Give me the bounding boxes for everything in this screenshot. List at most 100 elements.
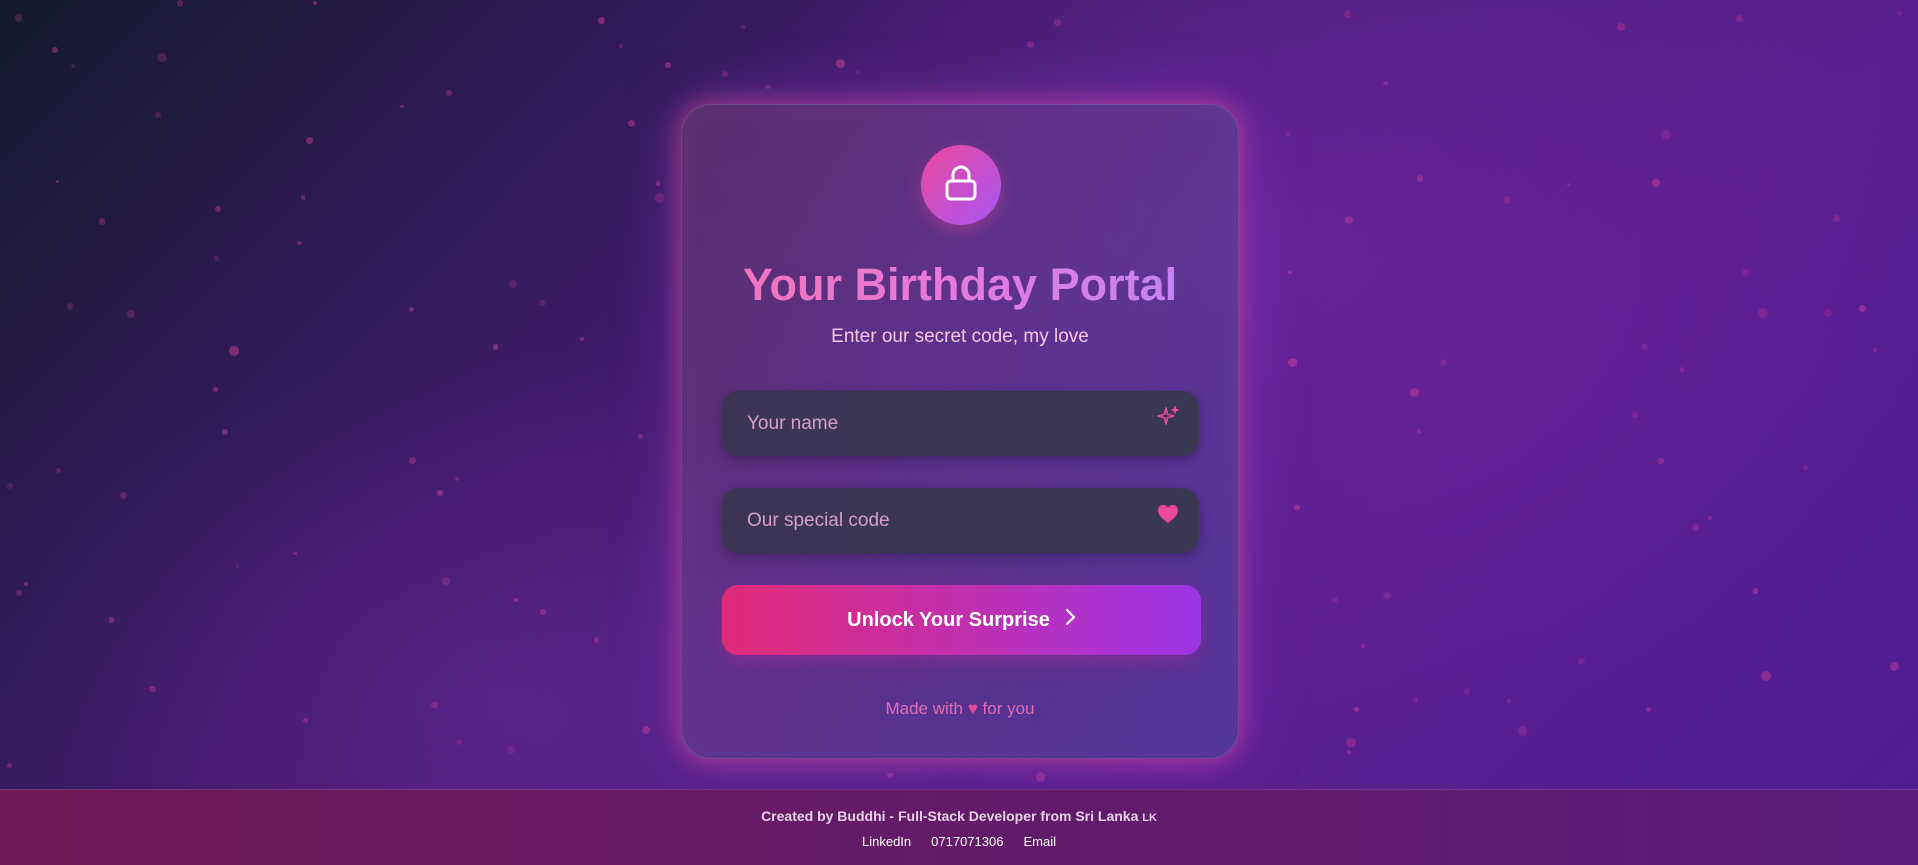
chevron-right-icon [1064,608,1076,632]
particle-dot [157,53,167,63]
particle-dot [24,582,29,587]
particle-dot [221,428,229,436]
particle-dot [1761,671,1771,681]
particle-dot [1288,270,1292,274]
footer-credit: Created by Buddhi - Full-Stack Developer… [0,807,1918,827]
particle-dot [1652,179,1660,187]
particle-dot [1657,458,1664,465]
particle-dot [741,24,746,30]
particle-dot [1439,359,1448,367]
particle-dot [1383,591,1391,600]
particle-dot [539,299,546,307]
particle-dot [16,589,22,596]
particle-dot [1286,131,1291,136]
particle-dot [301,195,306,200]
heart-icon [1155,501,1181,527]
login-card: Your Birthday Portal Enter our secret co… [681,104,1239,759]
particle-dot [1708,516,1712,521]
name-input[interactable] [722,391,1199,456]
linkedin-link[interactable]: LinkedIn [862,833,911,851]
particle-dot [836,58,846,68]
particle-dot [1507,699,1511,703]
particle-dot [1416,175,1424,182]
particle-dot [1631,411,1639,419]
particle-dot [722,70,729,77]
particle-dot [1735,15,1743,22]
particle-dot [1872,347,1877,352]
particle-dot [1833,215,1841,223]
particle-dot [641,725,650,734]
particle-dot [7,763,12,768]
particle-dot [445,90,452,97]
particle-dot [55,179,60,184]
particle-dot [302,717,308,724]
particle-dot [1567,183,1571,187]
particle-dot [855,70,861,75]
particle-dot [1463,688,1471,695]
phone-link[interactable]: 0717071306 [931,833,1003,851]
particle-dot [618,44,623,49]
particle-dot [1641,344,1648,351]
particle-dot [1035,772,1046,782]
email-link[interactable]: Email [1023,833,1056,851]
particle-dot [52,47,58,53]
small-heart-icon: ♥ [967,699,978,718]
particle-dot [1412,697,1418,703]
lock-icon [943,164,979,207]
particle-dot [1617,22,1626,31]
footer-links: LinkedIn 0717071306 Email [0,833,1918,851]
particle-dot [442,577,450,585]
particle-dot [456,740,462,745]
particle-dot [887,772,893,779]
particle-dot [14,14,23,22]
particle-dot [454,476,460,482]
particle-dot [66,303,74,310]
particle-dot [1679,367,1685,372]
particle-dot [1692,524,1699,531]
particle-dot [408,306,415,313]
particle-dot [212,386,218,392]
particle-dot [1645,706,1652,713]
particle-dot [56,468,62,474]
particle-dot [598,16,605,24]
sparkle-icon [1155,404,1181,430]
particle-dot [98,218,106,225]
particle-dot [1416,429,1421,434]
particle-dot [1293,504,1300,511]
particle-dot [7,483,14,490]
particle-dot [1752,588,1759,594]
particle-dot [1053,18,1062,27]
footer-credit-text: Created by Buddhi - Full-Stack Developer… [761,808,1139,824]
particle-dot [431,702,438,709]
code-field-wrapper [722,488,1199,553]
special-code-input[interactable] [722,488,1199,553]
particle-dot [229,346,240,357]
particle-dot [236,565,240,569]
particle-dot [293,551,297,555]
unlock-button[interactable]: Unlock Your Surprise [722,585,1201,655]
particle-dot [1661,130,1671,141]
particle-dot [108,616,115,623]
page-title: Your Birthday Portal [682,257,1238,313]
particle-dot [1361,644,1366,649]
made-with-after: for you [982,699,1035,718]
particle-dot [1383,80,1388,85]
unlock-button-label: Unlock Your Surprise [847,608,1050,631]
particle-dot [1344,215,1354,225]
particle-dot [1346,737,1356,748]
particle-dot [1503,196,1512,205]
name-field-wrapper [722,391,1199,456]
particle-dot [409,457,417,465]
particle-dot [1758,308,1768,318]
particle-dot [627,119,635,127]
particle-dot [126,310,135,319]
particle-dot [506,746,515,755]
lock-badge [921,145,1001,225]
particle-dot [1802,464,1808,470]
particle-dot [214,205,221,213]
particle-dot [509,280,517,288]
particle-dot [436,489,444,497]
particle-dot [492,344,499,350]
particle-dot [540,609,547,616]
particle-dot [312,0,317,5]
